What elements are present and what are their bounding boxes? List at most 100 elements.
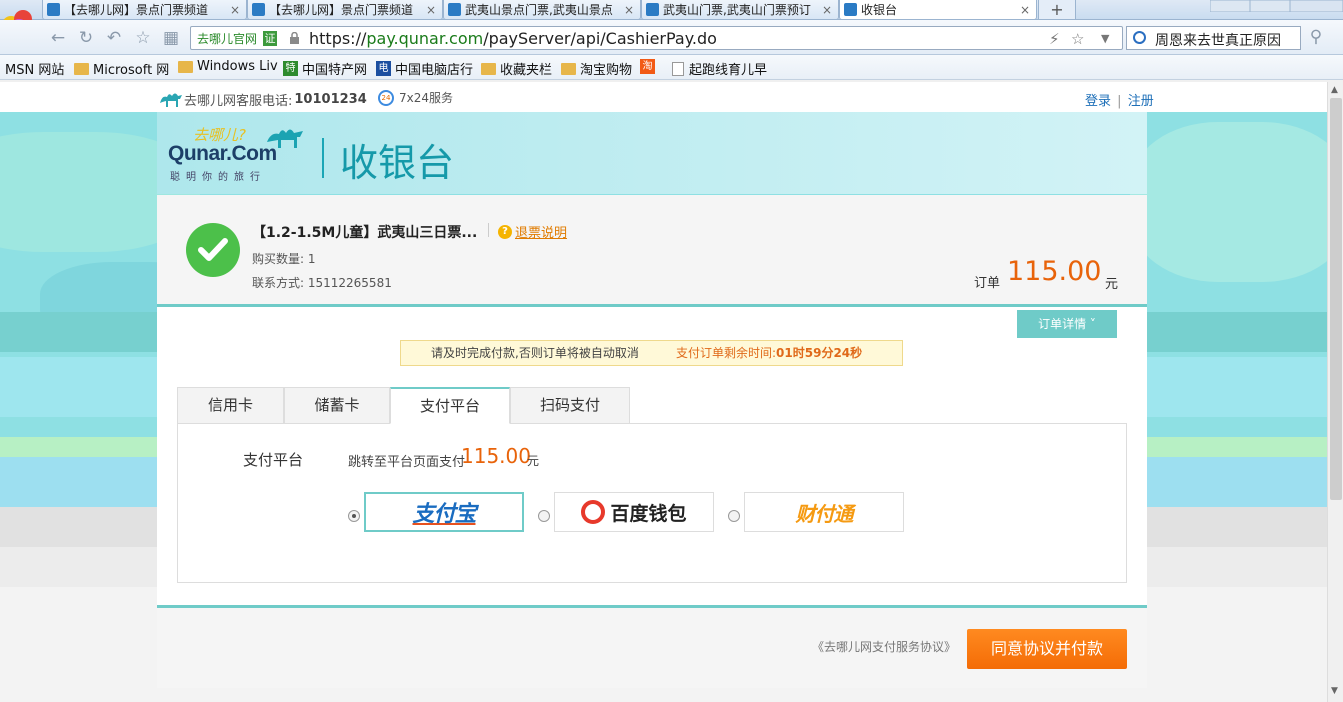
service-24h-icon: 24 xyxy=(378,89,394,106)
folder-icon xyxy=(481,62,496,75)
pay-footer: 《去哪儿网支付服务协议》 同意协议并付款 xyxy=(157,608,1147,688)
bookmark-item[interactable]: 淘宝购物 xyxy=(561,59,632,78)
baidu-wallet-option[interactable]: 百度钱包 xyxy=(554,492,714,532)
undo-icon[interactable]: ↶ xyxy=(104,28,124,48)
bookmark-item[interactable]: 电中国电脑店行 xyxy=(376,59,473,78)
tab-close-icon[interactable]: × xyxy=(426,3,436,17)
official-site-badge: 去哪儿官网 xyxy=(197,32,258,46)
service-label: 7x24服务 xyxy=(399,91,454,105)
hotline-label: 去哪儿网客服电话: xyxy=(184,93,293,109)
url-path: /payServer/api/CashierPay.do xyxy=(483,29,717,48)
cert-badge: 证 xyxy=(263,31,277,46)
remaining-time-value: 01时59分24秒 xyxy=(776,346,863,360)
baidu-wallet-label: 百度钱包 xyxy=(610,502,687,525)
order-currency: 元 xyxy=(1105,277,1119,292)
lock-icon xyxy=(290,32,299,44)
register-link[interactable]: 注册 xyxy=(1128,94,1154,109)
taobao-icon[interactable]: 淘 xyxy=(640,59,659,74)
browser-tab[interactable]: 【去哪儿网】景点门票频道 × xyxy=(247,0,443,20)
tenpay-radio[interactable] xyxy=(728,510,740,522)
tab-credit-card[interactable]: 信用卡 xyxy=(177,387,284,424)
bookmark-label: 中国特产网 xyxy=(302,63,368,78)
lightning-icon[interactable]: ⚡ xyxy=(1049,30,1060,48)
link-separator: | xyxy=(1117,94,1122,109)
refund-policy-label: 退票说明 xyxy=(515,226,568,241)
browser-tab[interactable]: 武夷山景点门票,武夷山景点 × xyxy=(443,0,641,20)
scrollbar[interactable]: ▲ ▼ xyxy=(1327,82,1343,702)
alipay-radio[interactable] xyxy=(348,510,360,522)
window-controls-icon[interactable] xyxy=(1210,0,1343,12)
bookmark-label: MSN 网站 xyxy=(5,63,65,78)
order-summary: 【1.2-1.5M儿童】武夷山三日票... ? 退票说明 购买数量: 1 联系方… xyxy=(157,195,1147,307)
purchase-quantity: 购买数量: 1 xyxy=(252,252,316,266)
tenpay-option[interactable]: 财付通 xyxy=(744,492,904,532)
browser-tab-title: 【去哪儿网】景点门票频道 xyxy=(269,3,414,17)
agree-and-pay-button[interactable]: 同意协议并付款 xyxy=(967,629,1127,669)
bookmarks-bar: MSN 网站 Microsoft 网 Windows Liv 特中国特产网 电中… xyxy=(0,55,1343,80)
search-icon[interactable]: ⚲ xyxy=(1306,27,1326,47)
search-engine-icon xyxy=(1133,31,1146,44)
refresh-icon[interactable]: ↻ xyxy=(76,28,96,48)
scroll-thumb[interactable] xyxy=(1330,98,1342,500)
order-amount: 115.00 xyxy=(1007,256,1102,287)
bookmark-label: Microsoft 网 xyxy=(93,63,170,78)
taobao-badge: 淘 xyxy=(640,59,655,74)
browser-tab[interactable]: 武夷山门票,武夷山门票预订 × xyxy=(641,0,839,20)
tab-payment-platform[interactable]: 支付平台 xyxy=(390,387,510,424)
address-bar[interactable]: 去哪儿官网 证 https://pay.qunar.com/payServer/… xyxy=(190,26,1123,50)
tab-scan-pay[interactable]: 扫码支付 xyxy=(510,387,630,424)
hotline: 去哪儿网客服电话: 10101234 xyxy=(158,89,367,109)
order-details-button[interactable]: 订单详情 ˅ xyxy=(1017,310,1117,338)
remaining-time: 支付订单剩余时间:01时59分24秒 xyxy=(676,341,862,365)
login-link[interactable]: 登录 xyxy=(1085,94,1111,109)
browser-tab-active[interactable]: 收银台 × xyxy=(839,0,1037,20)
back-icon[interactable]: ← xyxy=(48,28,68,48)
cashier-card: 【1.2-1.5M儿童】武夷山三日票... ? 退票说明 购买数量: 1 联系方… xyxy=(157,195,1147,688)
url-text[interactable]: https://pay.qunar.com/payServer/api/Cash… xyxy=(309,29,717,48)
account-links: 登录 | 注册 xyxy=(1085,90,1154,109)
alipay-option[interactable]: 支付宝 xyxy=(364,492,524,532)
bookmark-label: Windows Liv xyxy=(197,59,278,74)
browser-tab[interactable]: 【去哪儿网】景点门票频道 × xyxy=(42,0,247,20)
contact-info: 联系方式: 15112265581 xyxy=(252,276,392,290)
bookmark-label: 淘宝购物 xyxy=(580,63,633,78)
scroll-up-icon[interactable]: ▲ xyxy=(1331,85,1338,95)
favorite-star-icon[interactable]: ☆ xyxy=(133,28,153,48)
cashier-page: 去哪儿网客服电话: 10101234 24 7x24服务 登录 | 注册 去哪儿… xyxy=(0,82,1327,702)
url-host: pay.qunar.com xyxy=(366,29,484,48)
qunar-favicon-icon xyxy=(646,3,659,16)
service-agreement-link[interactable]: 《去哪儿网支付服务协议》 xyxy=(812,638,956,655)
logo-slogan: 聪明你的旅行 xyxy=(170,172,266,183)
tab-close-icon[interactable]: × xyxy=(822,3,832,17)
refund-policy-link[interactable]: ? 退票说明 xyxy=(488,222,568,241)
browser-tab-title: 【去哪儿网】景点门票频道 xyxy=(64,3,209,17)
search-text: 周恩来去世真正原因 xyxy=(1155,33,1281,49)
bg-shape xyxy=(1130,122,1327,282)
bookmark-item[interactable]: MSN 网站 xyxy=(5,59,64,78)
tenpay-logo: 财付通 xyxy=(795,501,854,526)
bookmark-item[interactable]: Microsoft 网 xyxy=(74,59,169,78)
payment-method-tabs: 信用卡 储蓄卡 支付平台 扫码支付 xyxy=(177,387,1127,424)
scroll-down-icon[interactable]: ▼ xyxy=(1331,686,1338,696)
browser-search-input[interactable]: 周恩来去世真正原因 xyxy=(1126,26,1301,50)
bookmark-item[interactable]: 起跑线育儿早 xyxy=(672,59,767,78)
bookmark-star-icon[interactable]: ☆ xyxy=(1071,30,1084,48)
dropdown-arrow-icon[interactable]: ▼ xyxy=(1101,32,1109,45)
new-tab-button[interactable]: + xyxy=(1038,0,1076,20)
product-name: 【1.2-1.5M儿童】武夷山三日票... xyxy=(252,225,478,241)
baidu-wallet-radio[interactable] xyxy=(538,510,550,522)
bookmark-item[interactable]: Windows Liv xyxy=(178,59,278,74)
bookmark-item[interactable]: 特中国特产网 xyxy=(283,59,367,78)
tab-close-icon[interactable]: × xyxy=(1020,3,1030,17)
grid-icon[interactable]: ▦ xyxy=(161,28,181,48)
alipay-logo: 支付宝 xyxy=(412,502,476,527)
navigation-bar: ← ↻ ↶ ☆ ▦ 去哪儿官网 证 https://pay.qunar.com/… xyxy=(0,20,1343,55)
folder-icon xyxy=(178,60,193,73)
payment-timeout-notice: 请及时完成付款,否则订单将被自动取消 支付订单剩余时间:01时59分24秒 xyxy=(400,340,903,366)
tab-debit-card[interactable]: 储蓄卡 xyxy=(284,387,390,424)
logo-wordmark[interactable]: Qunar.Com xyxy=(168,142,277,166)
page-title: 收银台 xyxy=(340,141,455,185)
bookmark-item[interactable]: 收藏夹栏 xyxy=(481,59,552,78)
tab-close-icon[interactable]: × xyxy=(230,3,240,17)
tab-close-icon[interactable]: × xyxy=(624,3,634,17)
